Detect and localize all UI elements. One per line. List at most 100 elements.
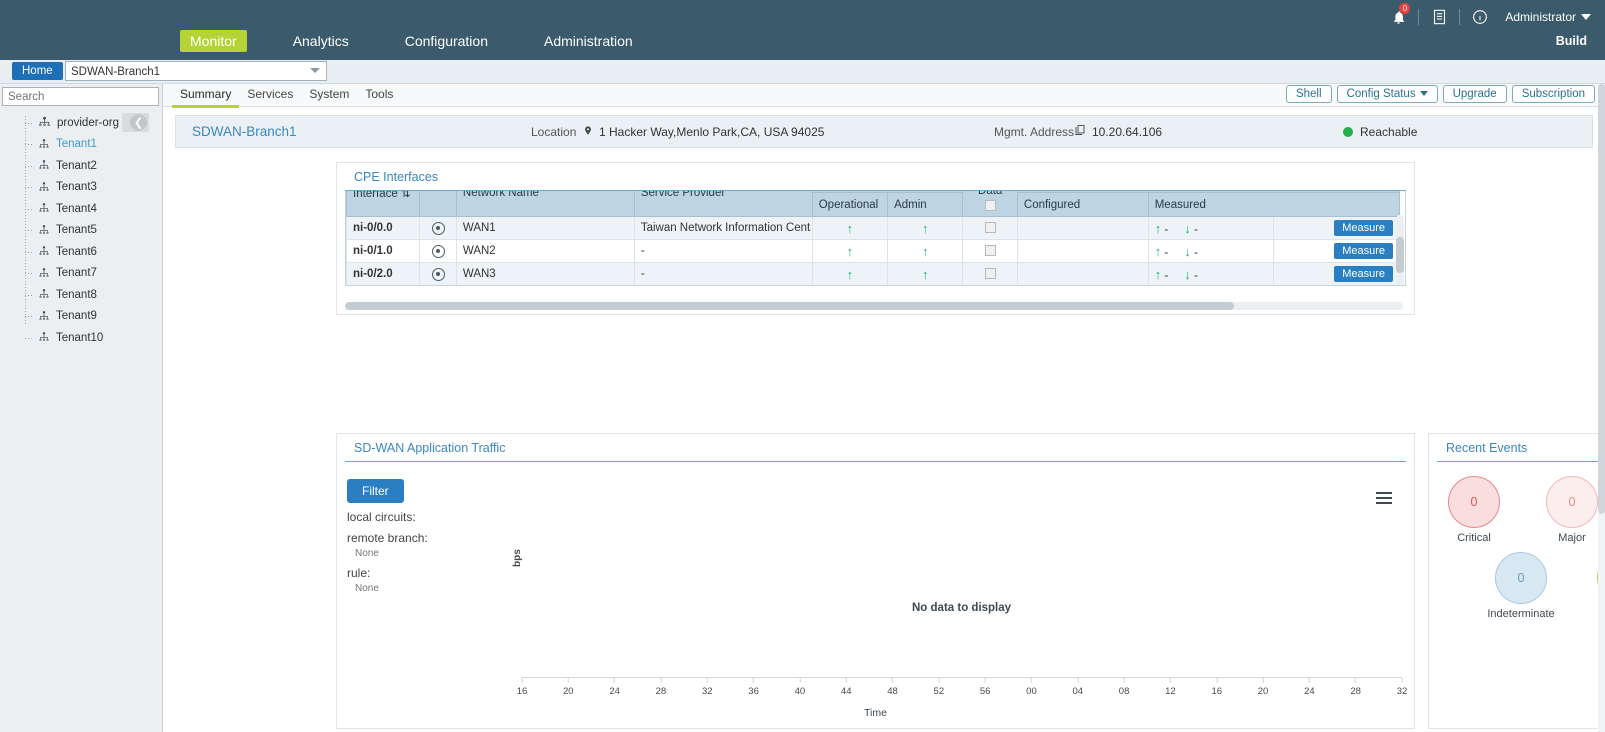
nav-configuration[interactable]: Configuration: [395, 30, 498, 52]
tab-services[interactable]: Services: [239, 84, 301, 108]
chart-tick-mark: [1309, 678, 1310, 683]
user-menu[interactable]: Administrator: [1505, 10, 1591, 24]
cell-visibility[interactable]: [420, 217, 457, 240]
event-indeterminate[interactable]: 0 Indeterminate: [1481, 552, 1561, 620]
tree-item-label: Tenant2: [56, 160, 97, 172]
scrollbar-thumb[interactable]: [1598, 84, 1605, 514]
table-row[interactable]: ni-0/3.101 LAN-Network-T1 - ↑ ↑ Not avai…: [347, 286, 1400, 287]
chart-x-tick: 12: [1165, 678, 1176, 697]
col-configured[interactable]: Configured: [1017, 193, 1148, 217]
col-network-name[interactable]: Network Name: [456, 191, 634, 217]
col-interface[interactable]: Interface ⇅: [347, 191, 420, 217]
info-icon[interactable]: [1465, 5, 1495, 29]
measure-button[interactable]: Measure: [1334, 243, 1393, 259]
page-vertical-scrollbar[interactable]: [1598, 84, 1605, 732]
cell-live-data[interactable]: [963, 217, 1017, 240]
device-name[interactable]: SDWAN-Branch1: [192, 124, 297, 139]
cell-lan-note: Not available for LAN interfaces.: [1017, 286, 1399, 287]
filter-button[interactable]: Filter: [347, 479, 404, 503]
chart-x-tick: 28: [656, 678, 667, 697]
org-tree: provider-org ❮ Tenant1 Tenant2 Tenant3 T…: [0, 112, 162, 349]
cell-live-data[interactable]: [963, 286, 1017, 287]
filter-remote-branch-label: remote branch:: [347, 531, 428, 545]
sort-icon[interactable]: ⇅: [401, 191, 411, 200]
tree-item-tenant3[interactable]: Tenant3: [24, 177, 162, 199]
cell-visibility[interactable]: [420, 263, 457, 286]
eye-icon[interactable]: [432, 222, 445, 235]
cpe-table-scroll-region[interactable]: Interface ⇅ Network Name Service Provide…: [345, 191, 1406, 286]
tree-item-provider-org[interactable]: provider-org ❮: [24, 112, 162, 134]
cell-action[interactable]: Measure: [1274, 240, 1400, 263]
tab-system[interactable]: System: [301, 84, 357, 108]
chart-tick-mark: [753, 678, 754, 683]
copy-icon[interactable]: [1074, 124, 1086, 139]
measure-button[interactable]: Measure: [1334, 266, 1393, 282]
cell-action[interactable]: Measure: [1274, 263, 1400, 286]
tree-item-tenant9[interactable]: Tenant9: [24, 306, 162, 328]
chart-tick-mark: [938, 678, 939, 683]
chevron-down-icon: [1420, 91, 1428, 96]
cpe-table-horizontal-scrollbar[interactable]: [345, 302, 1403, 310]
chart-x-tick: 20: [563, 678, 574, 697]
scrollbar-thumb[interactable]: [345, 302, 1234, 310]
event-critical[interactable]: 0 Critical: [1434, 476, 1514, 544]
bell-icon[interactable]: 0: [1383, 5, 1413, 29]
main-navigation: Monitor Analytics Configuration Administ…: [180, 30, 679, 52]
col-admin[interactable]: Admin: [888, 193, 963, 217]
scrollbar-thumb[interactable]: [1396, 237, 1404, 273]
table-row[interactable]: ni-0/2.0 WAN3 - ↑ ↑ ↑ - ↓: [347, 263, 1400, 286]
nav-analytics[interactable]: Analytics: [283, 30, 359, 52]
table-row[interactable]: ni-0/1.0 WAN2 - ↑ ↑ ↑ - ↓: [347, 240, 1400, 263]
live-data-select-all-checkbox[interactable]: [985, 200, 996, 211]
chart-tick-mark: [660, 678, 661, 683]
traffic-panel-title: SD-WAN Application Traffic: [345, 434, 1406, 462]
live-data-checkbox[interactable]: [985, 245, 996, 256]
config-status-button[interactable]: Config Status: [1337, 85, 1438, 103]
live-data-checkbox[interactable]: [985, 268, 996, 279]
device-selector-dropdown[interactable]: SDWAN-Branch1: [65, 61, 327, 81]
tree-item-tenant7[interactable]: Tenant7: [24, 263, 162, 285]
report-icon[interactable]: [1424, 5, 1454, 29]
col-operational[interactable]: Operational: [812, 193, 887, 217]
event-major[interactable]: 0 Major: [1532, 476, 1605, 544]
cell-visibility[interactable]: [420, 286, 457, 287]
top-header-bar: Monitor Analytics Configuration Administ…: [0, 0, 1605, 60]
tree-item-tenant5[interactable]: Tenant5: [24, 220, 162, 242]
hamburger-menu-icon[interactable]: [1376, 492, 1392, 507]
collapse-tree-button[interactable]: ❮: [122, 113, 149, 132]
search-input[interactable]: [2, 87, 159, 106]
tree-item-tenant8[interactable]: Tenant8: [24, 284, 162, 306]
tab-summary[interactable]: Summary: [172, 84, 239, 108]
tree-item-tenant1[interactable]: Tenant1: [24, 134, 162, 156]
arrow-up-icon: ↑: [922, 244, 929, 259]
tree-item-label: provider-org: [57, 117, 119, 129]
tree-item-tenant4[interactable]: Tenant4: [24, 198, 162, 220]
cell-live-data[interactable]: [963, 263, 1017, 286]
cpe-table-vertical-scrollbar[interactable]: [1396, 215, 1404, 286]
tree-item-label: Tenant7: [56, 267, 97, 279]
measure-button[interactable]: Measure: [1334, 220, 1393, 236]
tenant-icon: [38, 310, 50, 323]
chart-tick-mark: [614, 678, 615, 683]
cell-operational: ↑: [812, 217, 887, 240]
col-measured[interactable]: Measured: [1148, 193, 1399, 217]
cell-visibility[interactable]: [420, 240, 457, 263]
tree-item-tenant2[interactable]: Tenant2: [24, 155, 162, 177]
home-button[interactable]: Home: [12, 62, 63, 80]
table-row[interactable]: ni-0/0.0 WAN1 Taiwan Network Information…: [347, 217, 1400, 240]
event-major-label: Major: [1532, 532, 1605, 544]
upgrade-button[interactable]: Upgrade: [1443, 85, 1507, 103]
tree-item-tenant10[interactable]: Tenant10: [24, 327, 162, 349]
tree-item-tenant6[interactable]: Tenant6: [24, 241, 162, 263]
tab-tools[interactable]: Tools: [357, 84, 401, 108]
col-service-provider[interactable]: Service Provider: [634, 191, 812, 217]
eye-icon[interactable]: [432, 245, 445, 258]
live-data-checkbox[interactable]: [985, 222, 996, 233]
nav-administration[interactable]: Administration: [534, 30, 643, 52]
shell-button[interactable]: Shell: [1286, 85, 1332, 103]
nav-monitor[interactable]: Monitor: [180, 30, 247, 52]
eye-icon[interactable]: [432, 268, 445, 281]
subscription-button[interactable]: Subscription: [1512, 85, 1595, 103]
cell-live-data[interactable]: [963, 240, 1017, 263]
cell-action[interactable]: Measure: [1274, 217, 1400, 240]
